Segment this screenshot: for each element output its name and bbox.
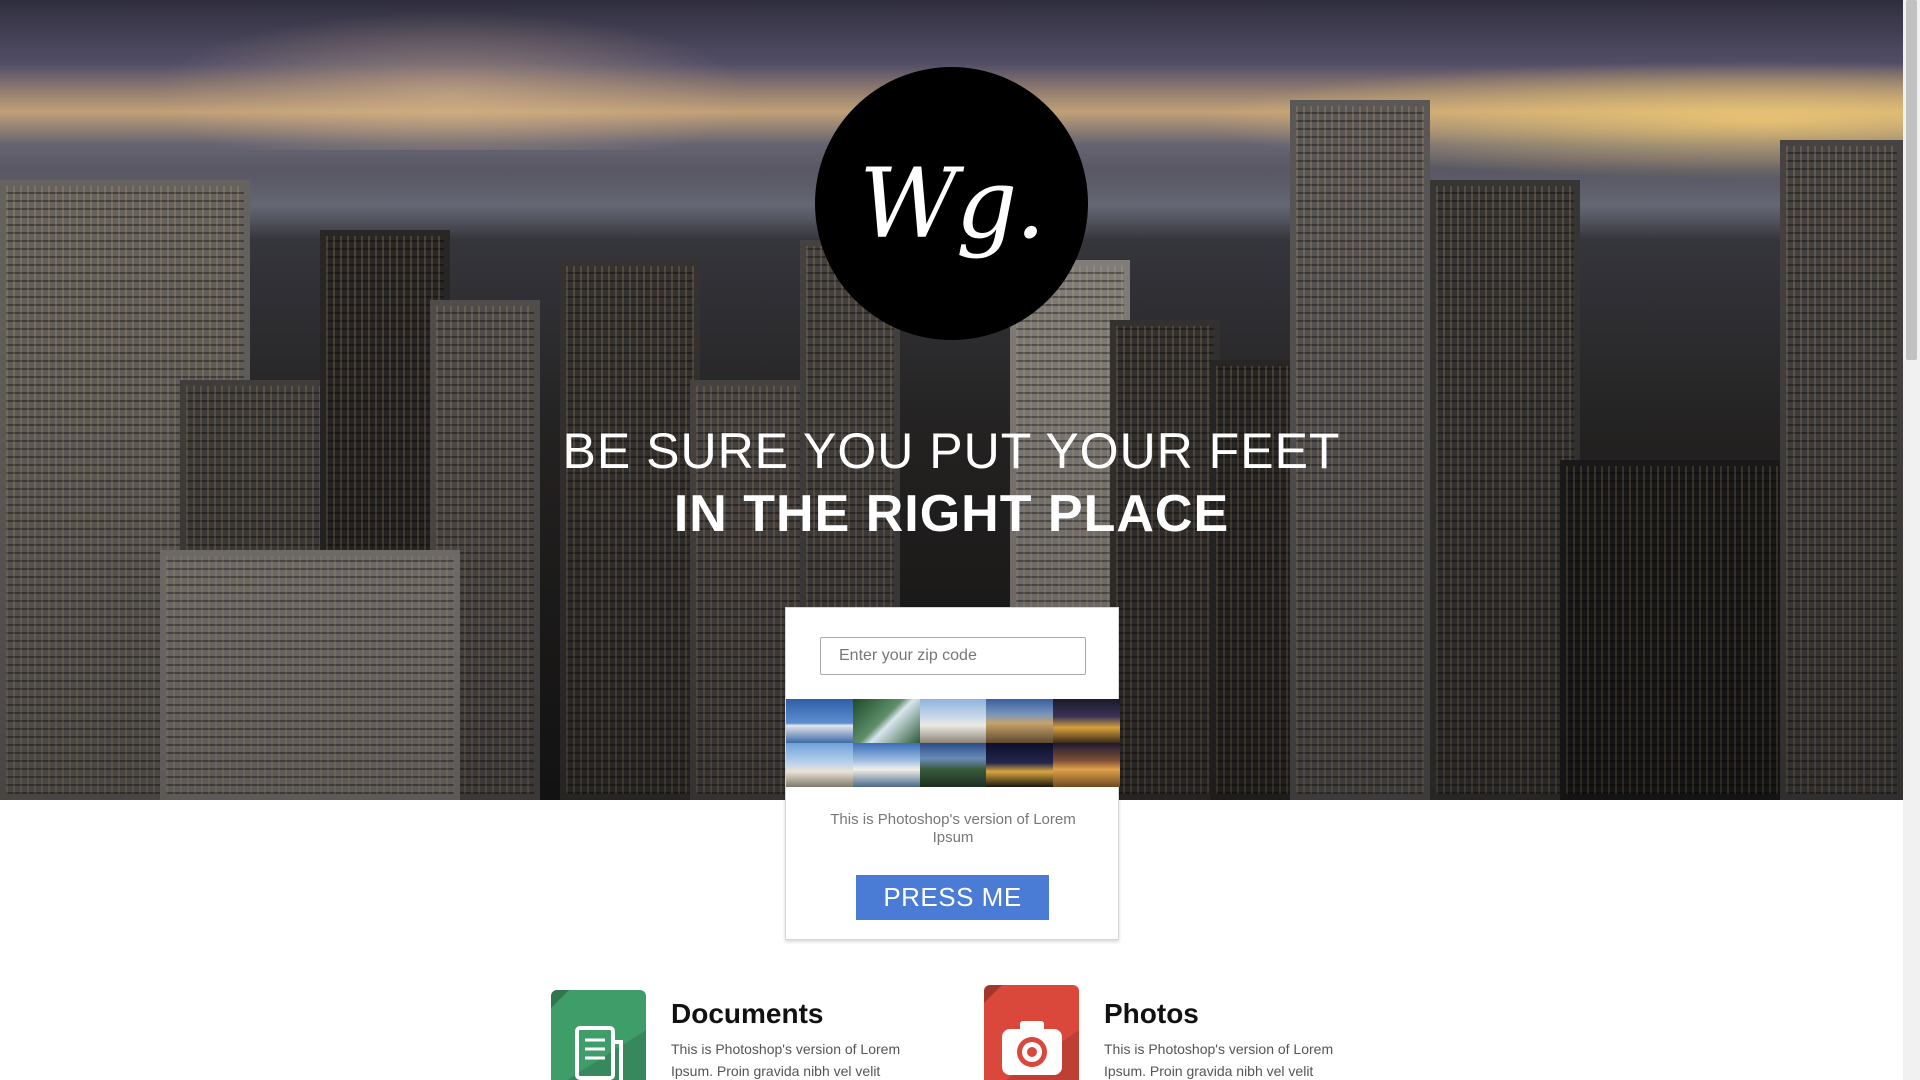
thumbnail-mountain-valley[interactable] [919, 743, 987, 787]
search-card: This is Photoshop's version of Lorem Ips… [785, 607, 1120, 940]
thumbnail-leaning-tower-of-pisa[interactable] [786, 743, 853, 787]
feature-title: Documents [671, 998, 824, 1029]
thumbnail-louvre-pyramid[interactable] [1053, 699, 1120, 743]
headline-line-2: IN THE RIGHT PLACE [673, 485, 1230, 543]
thumbnail-waterfall[interactable] [852, 699, 920, 743]
page-scrollbar[interactable] [1903, 0, 1920, 1080]
thumbnail-eiffel-tower-night[interactable] [986, 743, 1054, 787]
headline-line-1: BE SURE YOU PUT YOUR FEET [562, 423, 1341, 479]
card-caption: This is Photoshop's version of Lorem Ips… [830, 811, 1076, 846]
destination-thumbnails [786, 699, 1120, 787]
thumbnail-taj-mahal[interactable] [852, 743, 920, 787]
feature-description: This is Photoshop's version of Lorem Ips… [1104, 1041, 1334, 1079]
feature-description: This is Photoshop's version of Lorem Ips… [671, 1041, 901, 1079]
logo[interactable]: Wg. [815, 67, 1088, 340]
camera-icon [984, 985, 1079, 1080]
scrollbar-thumb[interactable] [1906, 0, 1917, 360]
thumbnail-sydney-opera-house[interactable] [786, 699, 853, 743]
press-me-button[interactable]: PRESS ME [856, 875, 1049, 920]
thumbnail-pyramids-of-giza[interactable] [1053, 743, 1120, 787]
logo-text: Wg. [859, 147, 1046, 260]
thumbnail-colosseum[interactable] [986, 699, 1054, 743]
thumbnail-sacre-coeur[interactable] [919, 699, 987, 743]
zip-code-input[interactable] [820, 637, 1086, 675]
feature-title: Photos [1104, 998, 1199, 1029]
document-icon [551, 990, 646, 1080]
